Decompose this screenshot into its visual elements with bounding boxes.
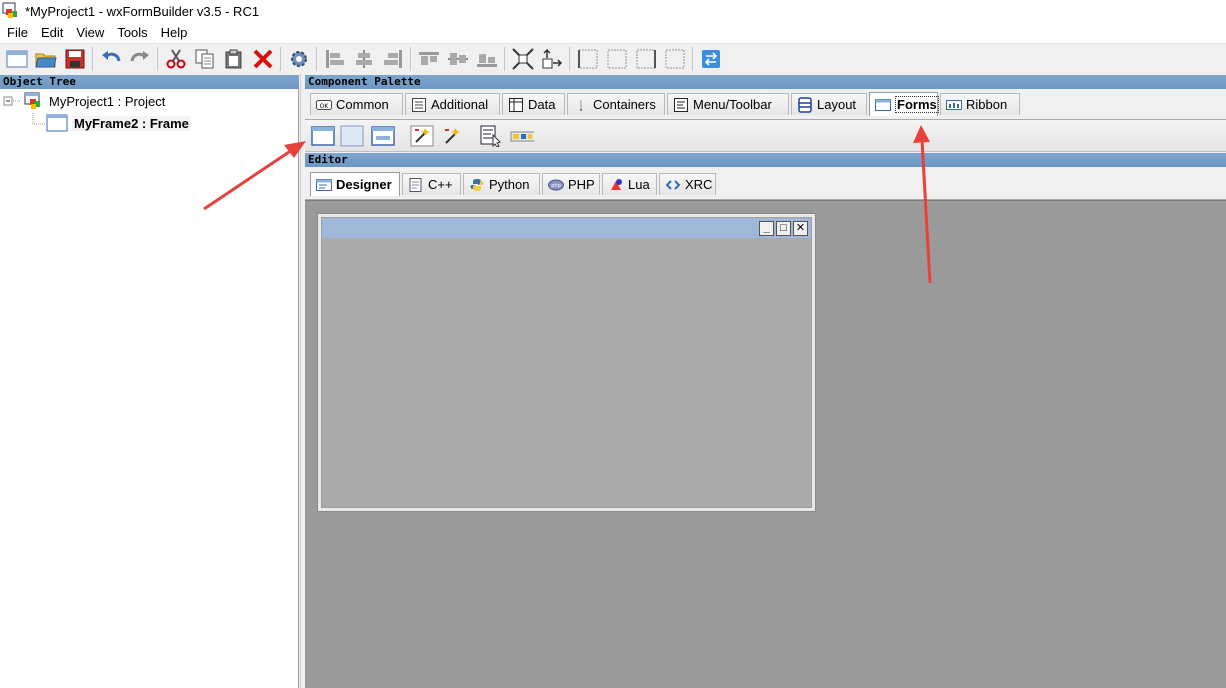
tab-common[interactable]: OK Common bbox=[310, 93, 403, 115]
editor-tabs: Designer C++ Python php PHP Lua XRC bbox=[305, 168, 1226, 200]
panel-icon[interactable] bbox=[340, 124, 364, 148]
frame-icon bbox=[46, 114, 68, 132]
menu-edit[interactable]: Edit bbox=[34, 25, 69, 40]
palette-tabs: OK Common Additional Data Containers Men… bbox=[305, 90, 1226, 120]
border-left-icon[interactable] bbox=[576, 47, 600, 71]
additional-icon bbox=[411, 97, 427, 112]
save-icon[interactable] bbox=[63, 47, 87, 71]
python-icon bbox=[469, 178, 485, 192]
toolbar-separator bbox=[569, 47, 570, 71]
designer-icon bbox=[316, 178, 332, 192]
frame-icon[interactable] bbox=[311, 124, 335, 148]
toolbar-separator bbox=[504, 47, 505, 71]
xrc-icon bbox=[665, 178, 681, 192]
swap-icon[interactable] bbox=[699, 47, 723, 71]
frame-caption-bar: _ □ ✕ bbox=[322, 218, 811, 238]
stretch-icon[interactable] bbox=[540, 47, 564, 71]
designer-frame-preview[interactable]: _ □ ✕ bbox=[317, 213, 816, 512]
maximize-button[interactable]: □ bbox=[776, 220, 791, 236]
minimize-button[interactable]: _ bbox=[759, 220, 774, 236]
tree-item-project[interactable]: MyProject1 : Project bbox=[22, 92, 165, 110]
toolbar-separator bbox=[692, 47, 693, 71]
object-tree: MyProject1 : Project MyFrame2 : Frame bbox=[0, 89, 299, 688]
align-center-h-icon[interactable] bbox=[352, 47, 376, 71]
tab-designer[interactable]: Designer bbox=[310, 172, 400, 196]
tab-additional[interactable]: Additional bbox=[405, 93, 500, 115]
tab-forms[interactable]: Forms bbox=[869, 92, 939, 116]
editor-header: Editor bbox=[305, 153, 1226, 167]
toolbar-separator bbox=[157, 47, 158, 71]
tree-label-frame: MyFrame2 : Frame bbox=[72, 115, 191, 131]
tab-menu-toolbar[interactable]: Menu/Toolbar bbox=[667, 93, 789, 115]
menu-help[interactable]: Help bbox=[154, 25, 194, 40]
tab-ribbon[interactable]: Ribbon bbox=[940, 93, 1020, 115]
wizard-page-icon[interactable] bbox=[440, 124, 464, 148]
toolbar-form-icon[interactable] bbox=[510, 124, 534, 148]
tree-item-frame[interactable]: MyFrame2 : Frame bbox=[46, 114, 191, 132]
cut-icon[interactable] bbox=[164, 47, 188, 71]
new-icon[interactable] bbox=[5, 47, 29, 71]
toolbar-separator bbox=[92, 47, 93, 71]
php-icon: php bbox=[548, 178, 564, 192]
copy-icon[interactable] bbox=[193, 47, 217, 71]
tab-php[interactable]: php PHP bbox=[542, 173, 600, 195]
delete-icon[interactable] bbox=[251, 47, 275, 71]
paste-icon[interactable] bbox=[222, 47, 246, 71]
project-icon bbox=[22, 92, 44, 110]
align-top-icon[interactable] bbox=[417, 47, 441, 71]
lua-icon bbox=[608, 178, 624, 192]
tab-python[interactable]: Python bbox=[463, 173, 540, 195]
align-center-v-icon[interactable] bbox=[446, 47, 470, 71]
menu-toolbar-icon bbox=[673, 97, 689, 112]
forms-icon bbox=[875, 98, 891, 112]
menu-tools[interactable]: Tools bbox=[110, 25, 153, 40]
tab-containers[interactable]: Containers bbox=[567, 93, 665, 115]
tab-cpp[interactable]: C++ bbox=[402, 173, 461, 195]
expand-icon[interactable] bbox=[511, 47, 535, 71]
tab-xrc[interactable]: XRC bbox=[659, 173, 716, 195]
menubar-form-icon[interactable] bbox=[479, 124, 503, 148]
tree-label-project: MyProject1 : Project bbox=[49, 93, 166, 109]
redo-icon[interactable] bbox=[128, 47, 152, 71]
svg-text:php: php bbox=[551, 183, 561, 189]
object-tree-header: Object Tree bbox=[0, 75, 299, 89]
border-top-icon[interactable] bbox=[634, 47, 658, 71]
align-left-icon[interactable] bbox=[323, 47, 347, 71]
border-bottom-icon[interactable] bbox=[663, 47, 687, 71]
tab-data[interactable]: Data bbox=[502, 93, 565, 115]
menu-bar: File Edit View Tools Help bbox=[0, 22, 1226, 43]
cpp-icon bbox=[408, 177, 424, 192]
ribbon-icon bbox=[946, 98, 962, 112]
frame-client: _ □ ✕ bbox=[321, 217, 812, 508]
window-title: *MyProject1 - wxFormBuilder v3.5 - RC1 bbox=[25, 3, 260, 19]
containers-icon bbox=[573, 98, 589, 112]
forms-component-bar bbox=[305, 120, 1226, 152]
component-palette-header: Component Palette bbox=[305, 75, 1226, 89]
dialog-icon[interactable] bbox=[371, 124, 395, 148]
layout-icon bbox=[797, 96, 813, 113]
undo-icon[interactable] bbox=[99, 47, 123, 71]
border-right-icon[interactable] bbox=[605, 47, 629, 71]
common-icon: OK bbox=[316, 98, 332, 112]
toolbar-separator bbox=[410, 47, 411, 71]
app-icon bbox=[2, 2, 20, 20]
wizard-icon[interactable] bbox=[410, 124, 434, 148]
close-button[interactable]: ✕ bbox=[793, 220, 808, 236]
main-toolbar bbox=[0, 43, 1226, 74]
generate-code-icon[interactable] bbox=[287, 47, 311, 71]
tab-layout[interactable]: Layout bbox=[791, 93, 867, 115]
toolbar-separator bbox=[280, 47, 281, 71]
data-icon bbox=[508, 97, 524, 112]
align-bottom-icon[interactable] bbox=[475, 47, 499, 71]
designer-canvas[interactable]: _ □ ✕ bbox=[305, 200, 1226, 688]
menu-file[interactable]: File bbox=[0, 25, 34, 40]
align-right-icon[interactable] bbox=[381, 47, 405, 71]
open-icon[interactable] bbox=[34, 47, 58, 71]
toolbar-separator bbox=[316, 47, 317, 71]
tab-lua[interactable]: Lua bbox=[602, 173, 657, 195]
frame-body bbox=[322, 238, 811, 507]
title-bar: *MyProject1 - wxFormBuilder v3.5 - RC1 bbox=[0, 0, 1226, 22]
svg-text:OK: OK bbox=[320, 103, 330, 110]
menu-view[interactable]: View bbox=[69, 25, 110, 40]
